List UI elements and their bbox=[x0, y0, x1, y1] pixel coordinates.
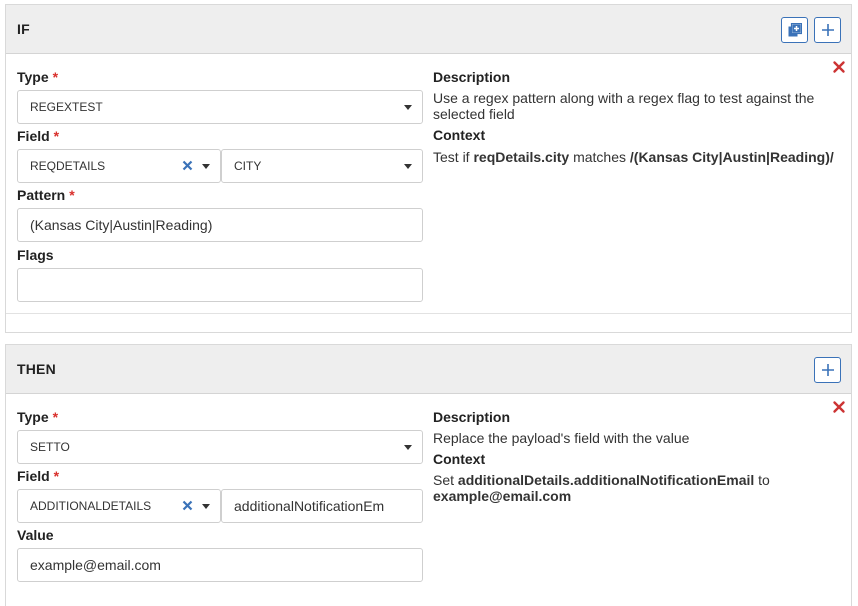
duplicate-condition-button[interactable] bbox=[781, 17, 808, 43]
context-title: Context bbox=[433, 127, 486, 143]
required-marker: * bbox=[69, 187, 75, 203]
required-marker: * bbox=[53, 468, 60, 484]
context-title: Context bbox=[433, 451, 486, 467]
type-select-value: REGEXTEST bbox=[30, 100, 103, 114]
field-select[interactable]: REQDETAILS bbox=[17, 149, 221, 183]
plus-icon bbox=[821, 24, 834, 36]
then-panel-title: THEN bbox=[17, 361, 56, 377]
type-select-value: SETTO bbox=[30, 440, 70, 454]
type-select[interactable]: SETTO bbox=[17, 430, 423, 464]
pattern-label: Pattern * bbox=[17, 187, 75, 203]
subfield-select[interactable]: CITY bbox=[221, 149, 423, 183]
field-select[interactable]: ADDITIONALDETAILS bbox=[17, 489, 221, 523]
add-action-button[interactable] bbox=[814, 357, 841, 383]
field-label: Field * bbox=[17, 128, 60, 144]
close-icon[interactable] bbox=[832, 60, 846, 74]
clear-x-icon[interactable] bbox=[182, 157, 193, 175]
required-marker: * bbox=[52, 409, 59, 425]
pattern-input[interactable]: (Kansas City|Austin|Reading) bbox=[17, 208, 423, 242]
type-select[interactable]: REGEXTEST bbox=[17, 90, 423, 124]
context-value: example@email.com bbox=[433, 488, 572, 504]
subfield-input[interactable]: additionalNotificationEm bbox=[221, 489, 423, 523]
description-text: Replace the payload's field with the val… bbox=[433, 430, 690, 446]
type-label: Type * bbox=[17, 69, 59, 85]
close-icon[interactable] bbox=[832, 400, 846, 414]
context-text: Set additionalDetails.additionalNotifica… bbox=[433, 472, 770, 504]
if-panel-title: IF bbox=[17, 21, 30, 37]
context-field: reqDetails.city bbox=[473, 149, 570, 165]
if-panel-body: Type * REGEXTEST Field * REQDETAILS CITY P… bbox=[6, 54, 851, 314]
field-label: Field * bbox=[17, 468, 60, 484]
add-condition-button[interactable] bbox=[814, 17, 841, 43]
chevron-down-icon bbox=[404, 445, 412, 450]
then-panel-header: THEN bbox=[6, 345, 851, 394]
chevron-down-icon bbox=[202, 164, 210, 169]
required-marker: * bbox=[52, 69, 59, 85]
if-panel: IF Type * REGEXTEST Field * REQDETAILS C… bbox=[5, 4, 852, 333]
required-marker: * bbox=[53, 128, 60, 144]
field-select-value: ADDITIONALDETAILS bbox=[30, 499, 152, 513]
value-input[interactable]: example@email.com bbox=[17, 548, 423, 582]
plus-icon bbox=[821, 364, 834, 376]
then-panel: THEN Type * SETTO Field * ADDITIONALDETAIL… bbox=[5, 344, 852, 606]
if-panel-header: IF bbox=[6, 5, 851, 54]
context-field: additionalDetails.additionalNotification… bbox=[457, 472, 755, 488]
chevron-down-icon bbox=[404, 105, 412, 110]
description-text: Use a regex pattern along with a regex f… bbox=[433, 90, 815, 122]
context-text: Test if reqDetails.city matches /(Kansas… bbox=[433, 149, 834, 165]
chevron-down-icon bbox=[404, 164, 412, 169]
context-pattern: /(Kansas City|Austin|Reading)/ bbox=[629, 149, 834, 165]
flags-label: Flags bbox=[17, 247, 54, 263]
flags-input[interactable] bbox=[17, 268, 423, 302]
description-title: Description bbox=[433, 409, 511, 425]
description-title: Description bbox=[433, 69, 511, 85]
clear-x-icon[interactable] bbox=[182, 497, 193, 515]
type-label: Type * bbox=[17, 409, 59, 425]
copy-plus-icon bbox=[788, 23, 802, 37]
field-select-value: REQDETAILS bbox=[30, 159, 106, 173]
value-label: Value bbox=[17, 527, 54, 543]
subfield-select-value: CITY bbox=[234, 159, 262, 173]
chevron-down-icon bbox=[202, 504, 210, 509]
